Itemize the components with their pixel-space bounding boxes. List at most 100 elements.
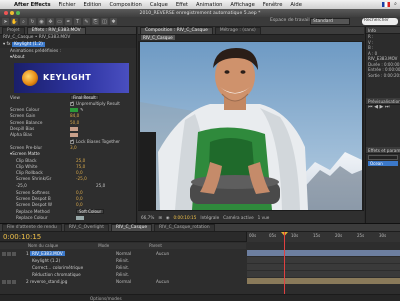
camera-dropdown[interactable]: Caméra active (223, 215, 254, 220)
layer-mode[interactable]: Normal (116, 250, 156, 257)
views-dropdown[interactable]: 1 vue (258, 215, 270, 220)
effect-toggle-icon[interactable]: ▾ fx (3, 42, 12, 47)
timeline-layer-row[interactable]: 1 RIV_E383.MOV Normal Aucun (0, 250, 246, 257)
timeline-layer-row[interactable]: 2 reverse_stand.jpg Normal Aucun (0, 278, 246, 285)
comp-name-tag[interactable]: RIV_C_Casque (141, 35, 175, 40)
layer-name[interactable]: RIV_E383.MOV (30, 251, 65, 256)
menu-app[interactable]: After Effects (10, 2, 55, 8)
rotate-tool-icon[interactable]: ↻ (29, 18, 36, 25)
menu-composition[interactable]: Composition (105, 2, 145, 8)
menu-edition[interactable]: Edition (80, 2, 106, 8)
col-parent[interactable]: Parent (149, 243, 162, 249)
about-row[interactable]: ▾ About (0, 54, 136, 60)
layer-switches[interactable] (0, 250, 26, 257)
alpha-swatch[interactable] (70, 133, 78, 138)
hand-tool-icon[interactable]: ✋ (11, 18, 18, 25)
help-search-input[interactable]: Rechercher (362, 18, 398, 25)
timeline-effect-row[interactable]: Keylight (1.2) Réinit. (0, 257, 246, 264)
camera-tool-icon[interactable]: ◉ (38, 18, 45, 25)
tab-effect-controls[interactable]: Effets : RIV_E383.MOV (26, 27, 86, 34)
layer-switches[interactable] (0, 278, 26, 285)
tab-project[interactable]: Projet (2, 27, 25, 34)
effects-list-item[interactable]: Ocean (368, 160, 398, 166)
puppet-tool-icon[interactable]: ✱ (110, 18, 117, 25)
eyedropper-icon[interactable]: ✎ (80, 107, 84, 113)
view-dropdown[interactable]: Final Result (70, 94, 99, 100)
effect-name: Keylight (1.2) (11, 42, 45, 47)
solo-icon[interactable] (12, 279, 16, 284)
spotlight-icon[interactable]: ⌕ (394, 1, 397, 8)
fx-row-shrink-slider[interactable]: -25,0 25,0 (0, 183, 136, 190)
visibility-icon[interactable] (2, 279, 6, 284)
tab-casque-rotation[interactable]: RIV_C_Casque_rotation (154, 224, 215, 231)
layer-mode[interactable]: Normal (116, 278, 156, 285)
language-flag-icon[interactable] (382, 2, 391, 7)
col-layer-name[interactable]: Nom du calque (28, 243, 58, 249)
screen-colour-swatch[interactable] (70, 108, 78, 113)
toggle-switches-modes[interactable]: Options/modes (90, 296, 122, 301)
layer-duration-bar[interactable] (247, 250, 400, 256)
pan-behind-tool-icon[interactable]: ✥ (47, 18, 54, 25)
effect-name[interactable]: Correct... colorimétrique (32, 265, 83, 270)
effects-search-input[interactable] (368, 154, 398, 160)
tab-footage[interactable]: Métrage : (sans) (214, 27, 261, 34)
clone-tool-icon[interactable]: ⎘ (92, 18, 99, 25)
effect-reset[interactable]: Réinit. (116, 257, 156, 264)
menu-fenetre[interactable]: Fenêtre (259, 2, 287, 8)
workspace-select[interactable]: Standard (310, 18, 350, 25)
effect-header[interactable]: ▾ fx Keylight (1.2) (0, 41, 136, 48)
col-mode[interactable]: Mode (98, 243, 109, 249)
eraser-tool-icon[interactable]: ◫ (101, 18, 108, 25)
comp-timecode[interactable]: 0:00:10:15 (173, 215, 196, 220)
lock-biases-checkbox[interactable] (70, 139, 74, 145)
despill-swatch[interactable] (70, 127, 78, 132)
selection-tool-icon[interactable]: ➤ (2, 18, 9, 25)
visibility-icon[interactable] (2, 251, 6, 256)
screen-balance-value[interactable]: 50,0 (70, 120, 79, 126)
effect-reset[interactable]: Réinit. (116, 271, 156, 278)
unpremultiply-checkbox[interactable] (70, 101, 74, 107)
menu-effet[interactable]: Effet (172, 2, 192, 8)
grid-icon[interactable]: ⊞ (158, 215, 162, 220)
tab-composition[interactable]: Composition : RIV_C_Casque (140, 27, 213, 34)
layer-parent[interactable]: Aucun (156, 250, 196, 257)
timeline-current-time[interactable]: 0:00:10:15 (3, 233, 41, 241)
timeline-effect-row[interactable]: Réduction chromatique Réinit. (0, 271, 246, 278)
mask-tool-icon[interactable]: ▭ (56, 18, 63, 25)
text-tool-icon[interactable]: T (74, 18, 81, 25)
effect-name[interactable]: Keylight (1.2) (32, 258, 60, 263)
resolution-dropdown[interactable]: Intégrale (200, 215, 219, 220)
shrink-grow-value[interactable]: -25,0 (76, 176, 87, 182)
time-ruler[interactable]: 00s 05s 10s 15s 20s 25s 30s (246, 232, 400, 242)
tab-overlight[interactable]: RIV_C_Overlight (63, 224, 109, 231)
zoom-tool-icon[interactable]: ⌕ (20, 18, 27, 25)
tab-render-queue[interactable]: File d'attente de rendu (2, 224, 62, 231)
zoom-dropdown[interactable]: 66,7% (141, 215, 154, 220)
menu-affichage[interactable]: Affichage (226, 2, 258, 8)
snapshot-icon[interactable]: ◉ (166, 215, 170, 220)
layer-name[interactable]: reverse_stand.jpg (30, 279, 67, 284)
layer-duration-bar[interactable] (247, 278, 400, 284)
timeline-effect-row[interactable]: Correct... colorimétrique Réinit. (0, 264, 246, 271)
preview-panel-header[interactable]: Prévisualisation (366, 98, 400, 105)
menu-animation[interactable]: Animation (192, 2, 226, 8)
replace-method-dropdown[interactable]: Soft Colour (76, 208, 105, 214)
replace-colour-swatch[interactable] (76, 215, 84, 220)
playhead-line[interactable] (284, 232, 285, 301)
effect-name[interactable]: Réduction chromatique (32, 272, 81, 277)
info-panel-header[interactable]: Info (366, 27, 400, 34)
fx-row-replace-colour[interactable]: Replace Colour (0, 215, 136, 221)
brush-tool-icon[interactable]: ✎ (83, 18, 90, 25)
audio-icon[interactable] (7, 251, 11, 256)
tab-casque[interactable]: RIV_C_Casque (110, 224, 153, 231)
solo-icon[interactable] (12, 251, 16, 256)
menu-fichier[interactable]: Fichier (55, 2, 80, 8)
menu-aide[interactable]: Aide (286, 2, 305, 8)
composition-viewer[interactable] (140, 42, 362, 210)
effect-reset[interactable]: Réinit. (116, 264, 156, 271)
effects-presets-header[interactable]: Effets et paramètres (366, 146, 400, 154)
menu-calque[interactable]: Calque (146, 2, 172, 8)
layer-parent[interactable]: Aucun (156, 278, 196, 285)
audio-icon[interactable] (7, 279, 11, 284)
pen-tool-icon[interactable]: ✒ (65, 18, 72, 25)
